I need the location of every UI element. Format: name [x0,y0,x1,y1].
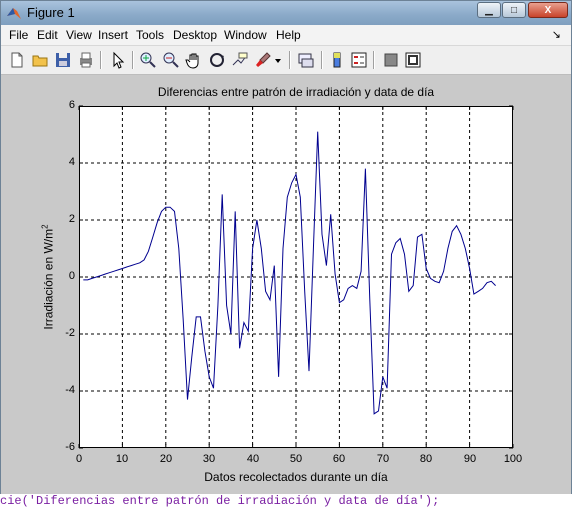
y-tick-label: -4 [65,384,75,396]
series-line[interactable] [83,131,496,415]
x-tick-label: 0 [75,453,83,465]
y-tick-label: 6 [68,99,75,111]
x-tick-label: 20 [159,453,173,465]
y-tick-label: 4 [68,156,75,168]
y-tick-label: -6 [65,441,75,453]
x-tick-label: 80 [419,453,433,465]
y-axis-label-text: Irradiación en W/m [41,228,56,330]
x-tick-label: 90 [463,453,477,465]
x-tick-label: 40 [246,453,260,465]
x-tick-label: 60 [332,453,346,465]
plot-svg [78,105,514,449]
x-axis-label: Datos recolectados durante un día [204,470,388,484]
figure-window: Figure 1 ▁ □ X File Edit View Insert Too… [0,0,572,496]
x-tick-label: 10 [115,453,129,465]
y-axis-label-superscript: 2 [40,224,50,229]
x-tick-label: 30 [202,453,216,465]
x-tick-label: 70 [376,453,390,465]
x-tick-label: 50 [289,453,303,465]
y-tick-label: 2 [68,213,75,225]
command-window-line: cie('Diferencias entre patrón de irradia… [0,494,572,508]
x-tick-label: 100 [503,453,523,465]
y-axis-label: Irradiación en W/m2 [41,224,56,329]
